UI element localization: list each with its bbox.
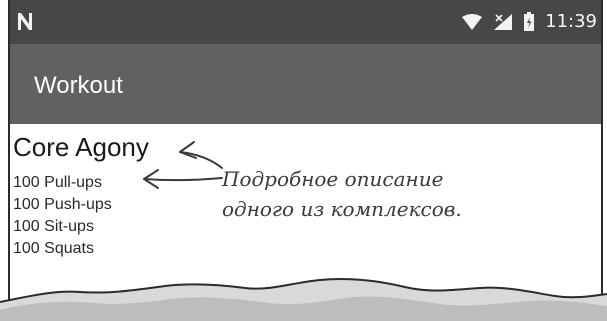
status-time: 11:39 <box>545 11 597 32</box>
status-bar: 11:39 <box>10 0 601 44</box>
annotation-line-1: Подробное описание <box>222 167 444 191</box>
app-bar: Workout <box>10 44 601 124</box>
exercise-item: 100 Push-ups <box>13 196 112 213</box>
annotation-line-2: одного из комплексов. <box>222 197 462 221</box>
exercise-list: 100 Pull-ups 100 Push-ups 100 Sit-ups 10… <box>13 172 112 260</box>
n-notification-icon <box>18 13 32 30</box>
app-title: Workout <box>34 72 123 99</box>
wifi-icon <box>462 14 483 30</box>
cell-signal-icon <box>494 14 513 30</box>
battery-icon <box>524 12 535 31</box>
status-icons: 11:39 <box>461 10 597 34</box>
exercise-item: 100 Sit-ups <box>13 218 94 235</box>
exercise-item: 100 Pull-ups <box>13 174 102 191</box>
exercise-item: 100 Squats <box>13 240 94 257</box>
phone-screen-frame: 11:39 Workout Core Agony 100 Pull-ups 10… <box>8 0 603 321</box>
annotation-note: Подробное описание одного из комплексов. <box>222 164 462 224</box>
workout-name: Core Agony <box>13 132 149 162</box>
